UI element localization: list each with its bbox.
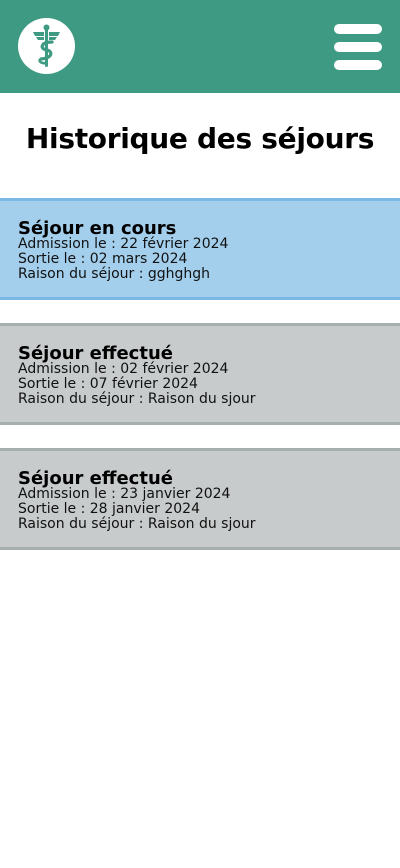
logo[interactable] — [18, 18, 75, 74]
stay-raison: Raison du séjour : gghghgh — [18, 266, 211, 282]
app-header — [0, 0, 400, 93]
menu-bar — [334, 60, 382, 70]
stay-sortie: Sortie le : 28 janvier 2024 — [18, 501, 200, 517]
stay-sortie: Sortie le : 02 mars 2024 — [18, 251, 188, 267]
caduceus-icon — [33, 24, 60, 67]
menu-bar — [334, 24, 382, 34]
stay-card[interactable]: Séjour effectué Admission le : 23 janvie… — [0, 448, 400, 550]
stay-card[interactable]: Séjour effectué Admission le : 02 févrie… — [0, 323, 400, 425]
stay-sortie: Sortie le : 07 février 2024 — [18, 376, 198, 392]
stay-admission: Admission le : 23 janvier 2024 — [18, 486, 231, 502]
menu-bar — [334, 42, 382, 52]
stay-admission: Admission le : 22 février 2024 — [18, 236, 229, 252]
page-title: Historique des séjours — [25, 122, 375, 155]
stay-raison: Raison du séjour : Raison du sjour — [18, 516, 256, 532]
stay-admission: Admission le : 02 février 2024 — [18, 361, 229, 377]
hamburger-menu-icon[interactable] — [334, 24, 382, 70]
stay-card-current[interactable]: Séjour en cours Admission le : 22 févrie… — [0, 198, 400, 300]
stay-raison: Raison du séjour : Raison du sjour — [18, 391, 256, 407]
